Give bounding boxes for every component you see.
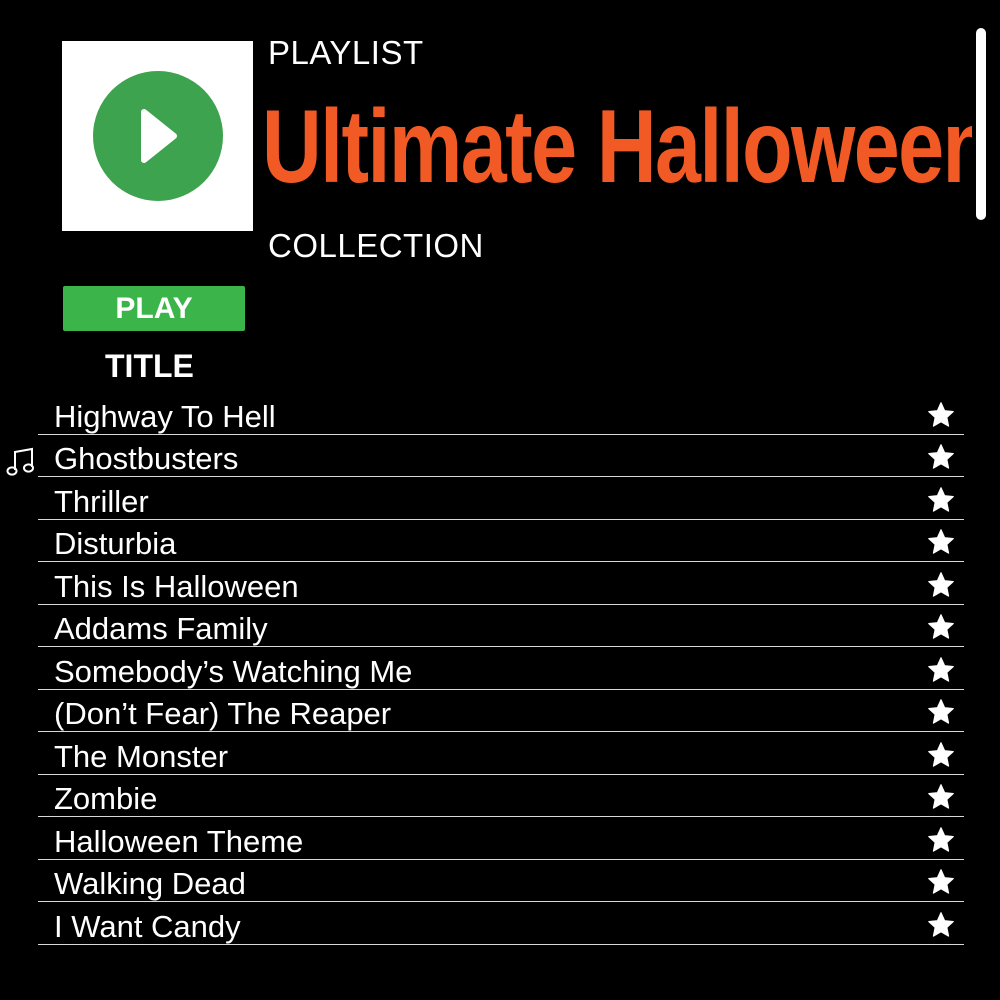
play-button[interactable]: PLAY (63, 286, 245, 331)
track-row[interactable]: Thriller (38, 477, 964, 520)
star-icon[interactable] (927, 443, 955, 471)
star-icon[interactable] (927, 528, 955, 556)
track-title: Addams Family (54, 611, 268, 646)
track-title: Zombie (54, 781, 158, 816)
track-row[interactable]: Somebody’s Watching Me (38, 647, 964, 690)
playlist-title: Ultimate Halloween (262, 89, 972, 205)
title-column-header: TITLE (105, 348, 194, 384)
track-row[interactable]: Disturbia (38, 520, 964, 562)
playlist-cover-art (62, 41, 253, 231)
track-row[interactable]: Zombie (38, 775, 964, 817)
star-icon[interactable] (927, 486, 955, 514)
track-row[interactable]: Walking Dead (38, 860, 964, 902)
track-row[interactable]: Ghostbusters (38, 435, 964, 477)
play-triangle-icon (140, 109, 177, 163)
track-title: This Is Halloween (54, 568, 299, 604)
track-row[interactable]: (Don’t Fear) The Reaper (38, 690, 964, 732)
track-title: (Don’t Fear) The Reaper (54, 696, 392, 731)
playlist-title-container: Ultimate Halloween (262, 82, 972, 212)
track-title: The Monster (54, 738, 229, 774)
star-icon[interactable] (927, 613, 955, 641)
track-list: Highway To Hell Ghostbusters Thriller Distu… (38, 392, 964, 945)
track-title: Disturbia (54, 526, 177, 561)
star-icon[interactable] (927, 826, 955, 854)
track-row[interactable]: Addams Family (38, 605, 964, 647)
playlist-subtitle: COLLECTION (268, 227, 484, 264)
track-row[interactable]: The Monster (38, 732, 964, 775)
star-icon[interactable] (927, 868, 955, 896)
track-title: Walking Dead (54, 866, 246, 901)
track-title: Somebody’s Watching Me (54, 653, 413, 689)
star-icon[interactable] (927, 656, 955, 684)
star-icon[interactable] (927, 401, 955, 429)
play-circle-icon[interactable] (92, 71, 223, 201)
track-row[interactable]: Highway To Hell (38, 392, 964, 435)
track-row[interactable]: I Want Candy (38, 902, 964, 945)
playlist-label: PLAYLIST (268, 34, 424, 71)
track-title: Halloween Theme (54, 823, 304, 859)
star-icon[interactable] (927, 698, 955, 726)
music-note-icon (6, 447, 34, 476)
track-title: Highway To Hell (54, 398, 276, 434)
star-icon[interactable] (927, 911, 955, 939)
star-icon[interactable] (927, 783, 955, 811)
track-title: Thriller (54, 483, 149, 519)
track-row[interactable]: This Is Halloween (38, 562, 964, 605)
track-title: I Want Candy (54, 908, 241, 944)
scrollbar[interactable] (976, 28, 986, 220)
track-title: Ghostbusters (54, 441, 239, 476)
track-row[interactable]: Halloween Theme (38, 817, 964, 860)
star-icon[interactable] (927, 741, 955, 769)
star-icon[interactable] (927, 571, 955, 599)
